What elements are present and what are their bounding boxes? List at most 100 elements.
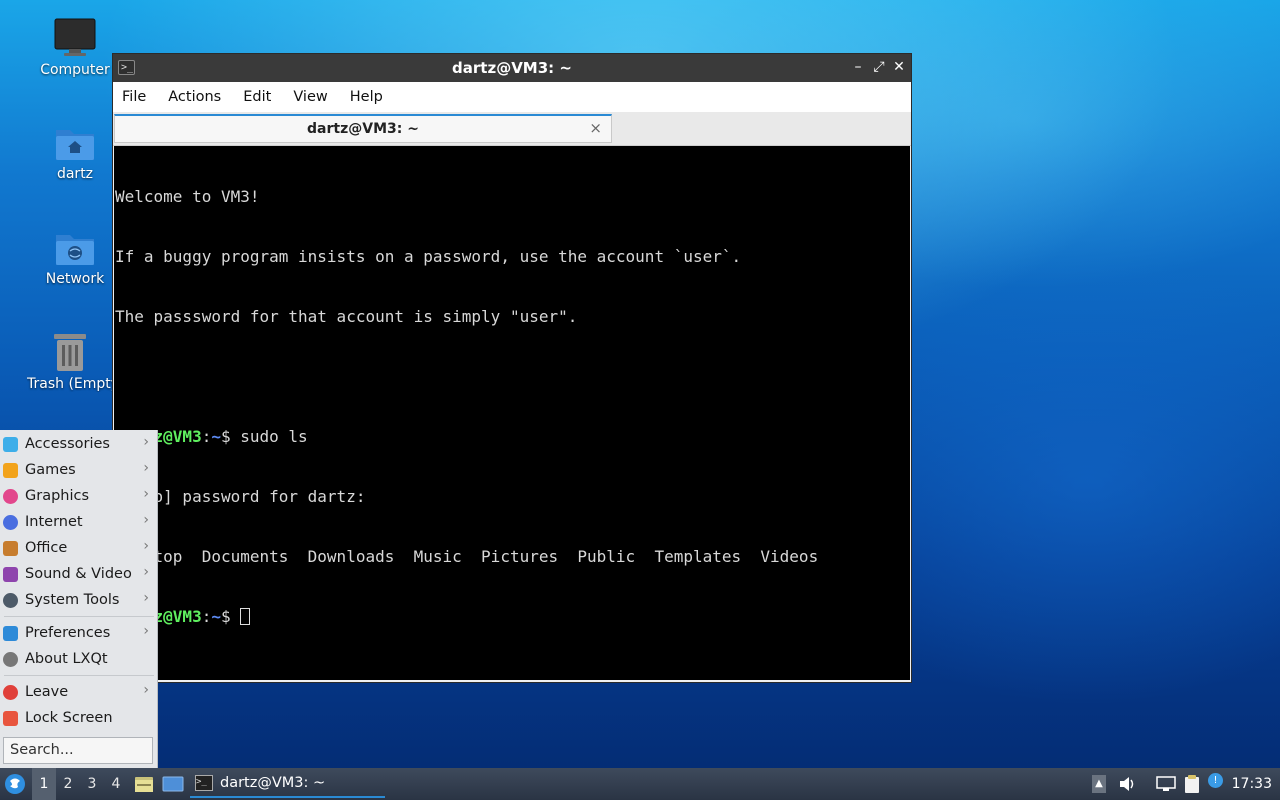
window-title: dartz@VM3: ~ (452, 59, 572, 77)
tab-label: dartz@VM3: ~ (307, 121, 419, 137)
menu-actions[interactable]: Actions (168, 89, 221, 105)
window-titlebar[interactable]: >_ dartz@VM3: ~ – ⤢ ✕ (113, 54, 911, 82)
menu-search-input[interactable]: Search... (3, 737, 153, 764)
menu-item-label: Internet (25, 514, 83, 530)
chevron-right-icon: › (143, 486, 149, 502)
menu-bar: File Actions Edit View Help (113, 82, 911, 112)
power-icon (3, 684, 18, 700)
terminal-prompt-line: dartz@VM3:~$ (114, 607, 910, 627)
desktop-icon-trash[interactable]: Trash (Empty) (27, 332, 112, 392)
menu-item-accessories[interactable]: Accessories › (0, 431, 158, 457)
graphics-icon (3, 488, 18, 504)
tray-show-hidden[interactable]: ▲ (1092, 768, 1106, 800)
prompt-colon: : (201, 607, 212, 626)
taskbar-task-terminal[interactable]: >_ dartz@VM3: ~ (190, 770, 385, 798)
menu-item-leave[interactable]: Leave › (0, 679, 158, 705)
chevron-right-icon: › (143, 623, 149, 639)
quicklaunch-show-desktop[interactable] (162, 768, 184, 800)
desktop-icon-computer[interactable]: Computer (27, 18, 123, 78)
prompt-path: ~ (211, 427, 221, 446)
menu-item-graphics[interactable]: Graphics › (0, 483, 158, 509)
start-menu: Accessories › Games › Graphics › Interne… (0, 430, 158, 768)
menu-view[interactable]: View (293, 89, 327, 105)
chevron-right-icon: › (143, 434, 149, 450)
workspace-3[interactable]: 3 (80, 776, 104, 792)
terminal-line: The passsword for that account is simply… (115, 307, 578, 326)
internet-icon (3, 514, 18, 530)
terminal-line: Welcome to VM3! (115, 187, 260, 206)
tab-terminal[interactable]: dartz@VM3: ~ × (114, 114, 612, 143)
notification-icon: ! (1208, 772, 1223, 788)
trash-icon (53, 334, 86, 371)
menu-item-preferences[interactable]: Preferences › (0, 620, 158, 646)
terminal-line: [sudo] password for dartz: (115, 487, 366, 506)
desktop-icon-label: dartz (56, 166, 94, 182)
sound-video-icon (3, 566, 18, 582)
tray-notifications[interactable]: ! (1208, 768, 1223, 800)
menu-item-sound-video[interactable]: Sound & Video › (0, 561, 158, 587)
menu-item-label: Accessories (25, 436, 110, 452)
maximize-button[interactable]: ⤢ (870, 58, 888, 76)
prompt-colon: : (201, 427, 212, 446)
desktop-icon-home[interactable]: dartz (27, 124, 123, 182)
workspace-2[interactable]: 2 (56, 776, 80, 792)
menu-help[interactable]: Help (350, 89, 383, 105)
tray-clipboard[interactable] (1182, 768, 1202, 800)
computer-icon (54, 18, 96, 56)
quicklaunch-file-manager[interactable] (134, 768, 154, 800)
chevron-right-icon: › (143, 512, 149, 528)
terminal-line: If a buggy program insists on a password… (115, 247, 742, 266)
menu-file[interactable]: File (122, 89, 146, 105)
workspace-switcher: 1 2 3 4 (32, 768, 128, 800)
chevron-right-icon: › (143, 460, 149, 476)
minimize-button[interactable]: – (849, 58, 867, 76)
clock[interactable]: 17:33 (1232, 776, 1272, 792)
prompt-symbol: $ (220, 427, 241, 446)
menu-item-internet[interactable]: Internet › (0, 509, 158, 535)
accessories-icon (3, 436, 18, 452)
tray-volume[interactable] (1118, 768, 1138, 800)
menu-item-system-tools[interactable]: System Tools › (0, 587, 158, 613)
menu-item-about-lxqt[interactable]: About LXQt (0, 646, 158, 672)
workspace-4[interactable]: 4 (104, 776, 128, 792)
workspace-1[interactable]: 1 (32, 768, 56, 800)
main-menu-button[interactable] (4, 768, 28, 800)
network-folder-icon (56, 235, 94, 265)
terminal-output[interactable]: Welcome to VM3! If a buggy program insis… (114, 146, 910, 680)
menu-item-label: Lock Screen (25, 710, 113, 726)
office-icon (3, 540, 18, 556)
menu-item-label: Graphics (25, 488, 90, 504)
close-button[interactable]: ✕ (890, 58, 908, 76)
menu-item-label: Leave (25, 684, 69, 700)
lock-icon (3, 710, 18, 726)
menu-separator (4, 675, 154, 676)
file-manager-icon (135, 777, 153, 792)
chevron-right-icon: › (143, 538, 149, 554)
tab-bar: dartz@VM3: ~ × (113, 112, 911, 146)
task-label: dartz@VM3: ~ (220, 775, 326, 791)
games-icon (3, 462, 18, 478)
menu-item-office[interactable]: Office › (0, 535, 158, 561)
volume-icon (1120, 777, 1134, 791)
text-cursor (240, 608, 251, 625)
taskbar: 1 2 3 4 >_ dartz@VM3: ~ ▲ ! 17:33 (0, 768, 1280, 800)
tray-network[interactable] (1155, 768, 1177, 800)
about-icon (3, 651, 18, 667)
tab-close-button[interactable]: × (589, 119, 602, 137)
menu-item-games[interactable]: Games › (0, 457, 158, 483)
desktop-icon-network[interactable]: Network (27, 229, 123, 287)
menu-item-label: Games (25, 462, 76, 478)
network-icon (1156, 776, 1176, 791)
prompt-command: sudo ls (240, 427, 308, 446)
terminal-prompt-line: dartz@VM3:~$ sudo ls (114, 427, 910, 447)
prompt-path: ~ (211, 607, 221, 626)
show-desktop-icon (162, 776, 184, 792)
prompt-symbol: $ (220, 607, 241, 626)
system-tools-icon (3, 592, 18, 608)
chevron-up-icon: ▲ (1092, 775, 1106, 793)
terminal-line: Desktop Documents Downloads Music Pictur… (115, 547, 819, 566)
desktop-icon-label: Trash (Empty) (27, 376, 112, 392)
menu-edit[interactable]: Edit (243, 89, 271, 105)
menu-item-lock-screen[interactable]: Lock Screen (0, 705, 158, 731)
